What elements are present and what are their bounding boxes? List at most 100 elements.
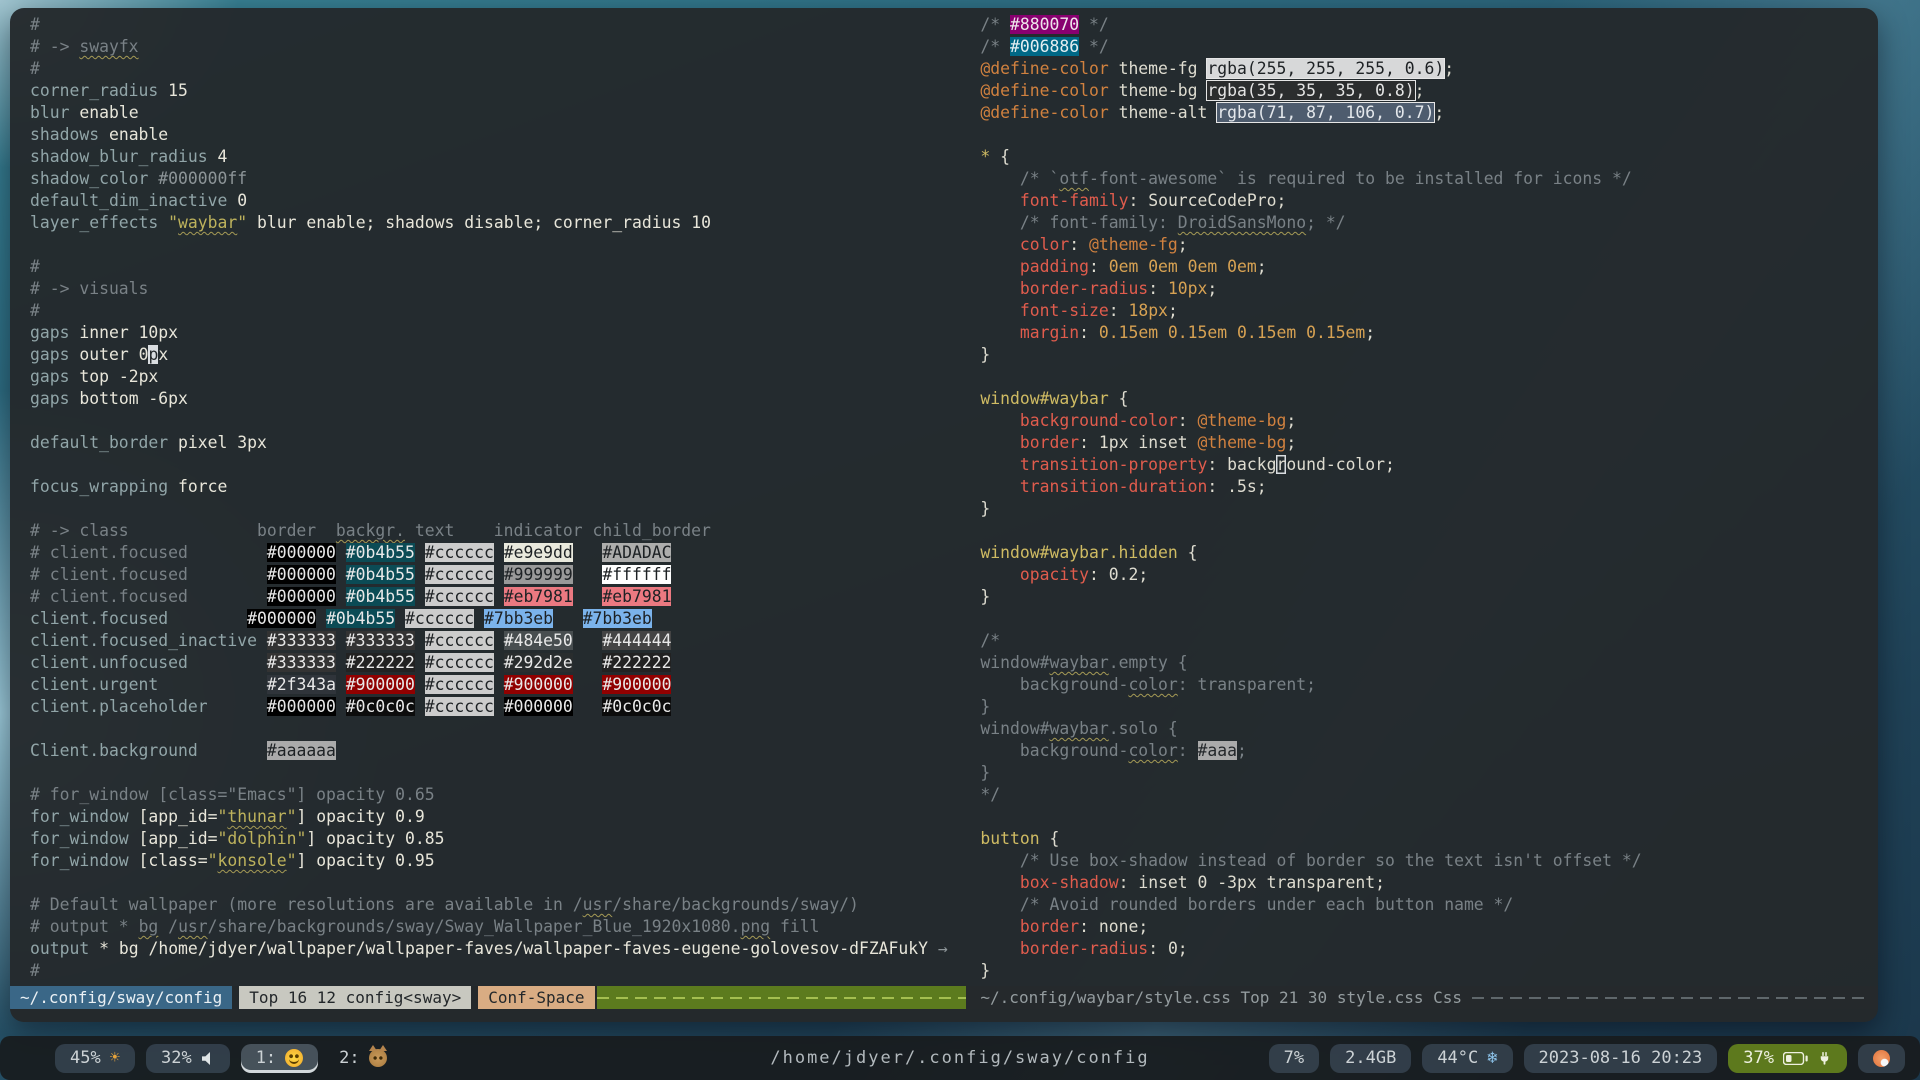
emacs-window: ## -> swayfx#corner_radius 15blur enable… (10, 8, 1878, 1022)
clock-value: 2023-08-16 20:23 (1539, 1048, 1703, 1068)
code-line: for_window [app_id="dolphin"] opacity 0.… (30, 828, 966, 850)
code-line (980, 520, 1878, 542)
sun-icon: ☀ (110, 1048, 120, 1068)
code-line: for_window [app_id="thunar"] opacity 0.9 (30, 806, 966, 828)
code-line: /* #880070 */ (980, 14, 1878, 36)
code-line: margin: 0.15em 0.15em 0.15em 0.15em; (980, 322, 1878, 344)
modeline-inactive: ~/.config/waybar/style.css Top 21 30 sty… (966, 986, 1878, 1009)
modelines: ~/.config/sway/config Top 16 12 config<s… (10, 986, 1878, 1009)
code-line: client.urgent #2f343a #900000 #cccccc #9… (30, 674, 966, 696)
code-line: border: none; (980, 916, 1878, 938)
brightness-module[interactable]: 45% ☀ (55, 1044, 135, 1073)
code-line: gaps inner 10px (30, 322, 966, 344)
waybar-css-buffer[interactable]: /* #880070 *//* #006886 */@define-color … (966, 8, 1878, 986)
code-line: border-radius: 10px; (980, 278, 1878, 300)
clock-module[interactable]: 2023-08-16 20:23 (1524, 1044, 1718, 1073)
code-line: @define-color theme-alt rgba(71, 87, 106… (980, 102, 1878, 124)
snowflake-icon: ❄ (1487, 1048, 1497, 1068)
code-line: # for_window [class="Emacs"] opacity 0.6… (30, 784, 966, 806)
workspace-1[interactable]: 1: (241, 1044, 318, 1073)
code-line (30, 872, 966, 894)
code-line: font-size: 18px; (980, 300, 1878, 322)
memory-module[interactable]: 2.4GB (1330, 1044, 1411, 1073)
code-line: shadows enable (30, 124, 966, 146)
code-line (980, 124, 1878, 146)
speaker-icon (201, 1051, 215, 1066)
sway-config-buffer[interactable]: ## -> swayfx#corner_radius 15blur enable… (10, 8, 966, 986)
code-line: /* (980, 630, 1878, 652)
code-line: # -> swayfx (30, 36, 966, 58)
workspace-2[interactable]: 2: (329, 1044, 396, 1073)
battery-icon (1783, 1052, 1808, 1065)
memory-value: 2.4GB (1345, 1048, 1396, 1068)
code-line: background-color: transparent; (980, 674, 1878, 696)
code-line: opacity: 0.2; (980, 564, 1878, 586)
code-line: } (980, 696, 1878, 718)
code-line: Client.background #aaaaaa (30, 740, 966, 762)
brightness-value: 45% (70, 1048, 101, 1068)
code-line: } (980, 498, 1878, 520)
window-title: /home/jdyer/.config/sway/config (770, 1048, 1149, 1068)
code-line: # (30, 960, 966, 982)
code-line: output * bg /home/jdyer/wallpaper/wallpa… (30, 938, 966, 960)
code-line: # (30, 58, 966, 80)
code-line (30, 762, 966, 784)
code-line: default_dim_inactive 0 (30, 190, 966, 212)
code-line: transition-property: background-color; (980, 454, 1878, 476)
code-line: # Default wallpaper (more resolutions ar… (30, 894, 966, 916)
code-line: default_border pixel 3px (30, 432, 966, 454)
code-line: } (980, 762, 1878, 784)
editor-panes: ## -> swayfx#corner_radius 15blur enable… (10, 8, 1878, 986)
code-line: shadow_blur_radius 4 (30, 146, 966, 168)
code-line: for_window [class="konsole"] opacity 0.9… (30, 850, 966, 872)
workspace-2-label: 2: (339, 1048, 359, 1068)
code-line (30, 410, 966, 432)
modeline-inactive-text: ~/.config/waybar/style.css Top 21 30 sty… (980, 986, 1462, 1009)
code-line: color: @theme-fg; (980, 234, 1878, 256)
modeline-file-path: ~/.config/sway/config (10, 986, 232, 1009)
code-line (30, 234, 966, 256)
code-line: /* `otf-font-awesome` is required to be … (980, 168, 1878, 190)
code-line: shadow_color #000000ff (30, 168, 966, 190)
code-line: gaps top -2px (30, 366, 966, 388)
code-line: # -> class border backgr. text indicator… (30, 520, 966, 542)
code-line (980, 608, 1878, 630)
temperature-value: 44°C (1437, 1048, 1478, 1068)
battery-module[interactable]: 37% (1728, 1044, 1847, 1073)
modeline-active: ~/.config/sway/config Top 16 12 config<s… (10, 986, 966, 1009)
code-line: window#waybar { (980, 388, 1878, 410)
code-line: gaps outer 0px (30, 344, 966, 366)
volume-module[interactable]: 32% (146, 1044, 230, 1073)
lightbulb-icon (1873, 1050, 1890, 1067)
desktop: { "colors":{ "editor_bg":"#24292c","wall… (0, 0, 1920, 1080)
code-line: # -> visuals (30, 278, 966, 300)
workspace-1-label: 1: (256, 1048, 276, 1068)
code-line: border: 1px inset @theme-bg; (980, 432, 1878, 454)
code-line: box-shadow: inset 0 -3px transparent; (980, 872, 1878, 894)
cpu-module[interactable]: 7% (1269, 1044, 1319, 1073)
modeline-filler (597, 986, 967, 1009)
cat-emoji (369, 1049, 387, 1067)
code-line: border-radius: 0; (980, 938, 1878, 960)
code-line: window#waybar.hidden { (980, 542, 1878, 564)
code-line: # (30, 300, 966, 322)
code-line: # client.focused #000000 #0b4b55 #cccccc… (30, 564, 966, 586)
temperature-module[interactable]: 44°C ❄ (1422, 1044, 1512, 1073)
smiley-emoji (285, 1049, 303, 1067)
idle-inhibitor-module[interactable] (1858, 1044, 1905, 1073)
code-line: @define-color theme-bg rgba(35, 35, 35, … (980, 80, 1878, 102)
volume-value: 32% (161, 1048, 192, 1068)
code-line: corner_radius 15 (30, 80, 966, 102)
code-line: # (30, 256, 966, 278)
waybar-right-modules: 7% 2.4GB 44°C ❄ 2023-08-16 20:23 37% (1269, 1036, 1905, 1080)
battery-value: 37% (1743, 1048, 1774, 1068)
code-line: } (980, 960, 1878, 982)
code-line: client.focused #000000 #0b4b55 #cccccc #… (30, 608, 966, 630)
modeline-inactive-filler (1472, 997, 1868, 999)
code-line: # output * bg /usr/share/backgrounds/swa… (30, 916, 966, 938)
code-line: client.placeholder #000000 #0c0c0c #cccc… (30, 696, 966, 718)
code-line: window#waybar.solo { (980, 718, 1878, 740)
cpu-value: 7% (1284, 1048, 1304, 1068)
code-line: /* Use box-shadow instead of border so t… (980, 850, 1878, 872)
minibuffer[interactable] (10, 1009, 1878, 1022)
